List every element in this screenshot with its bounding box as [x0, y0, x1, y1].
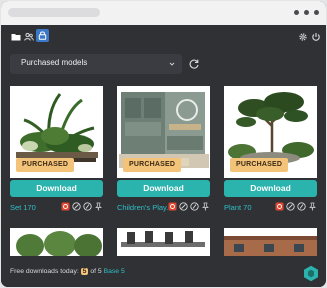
platform-icon: [61, 202, 70, 211]
filter-select-value: Purchased models: [21, 58, 88, 67]
title-bar: [1, 1, 326, 25]
download-button[interactable]: Download: [224, 180, 317, 197]
model-thumbnail[interactable]: [10, 228, 103, 256]
chevron-down-icon: [169, 62, 175, 66]
renderer-icon: [286, 202, 295, 211]
pin-icon[interactable]: [94, 202, 103, 211]
card-actions: [275, 202, 317, 211]
hedge-image: [10, 228, 103, 256]
plan-link[interactable]: Base 5: [104, 268, 125, 275]
download-button[interactable]: Download: [10, 180, 103, 197]
downloads-count: 5: [80, 268, 89, 275]
renderer-icon: [72, 202, 81, 211]
downloads-total: of 5: [90, 268, 102, 275]
model-name[interactable]: Plant 70: [224, 203, 252, 212]
corona-icon: [297, 202, 306, 211]
tab-purchased[interactable]: [36, 29, 49, 42]
model-thumbnail[interactable]: [224, 228, 317, 256]
refresh-icon[interactable]: [188, 58, 200, 70]
corona-icon: [83, 202, 92, 211]
dot-icon: [314, 10, 319, 15]
card-actions: [61, 202, 103, 211]
renderer-icon: [179, 202, 188, 211]
filter-select[interactable]: Purchased models: [10, 54, 182, 74]
model-thumbnail[interactable]: [117, 228, 210, 256]
toolbar: [1, 25, 326, 48]
download-button[interactable]: Download: [117, 180, 210, 197]
lock-icon: [38, 31, 47, 40]
downloads-counter: Free downloads today: 5 of 5 Base 5: [10, 268, 125, 275]
app-window: Purchased models PURCHASED Download Set …: [1, 1, 326, 287]
platform-icon: [275, 202, 284, 211]
corona-icon: [190, 202, 199, 211]
furniture-image: [117, 228, 210, 256]
pin-icon[interactable]: [201, 202, 210, 211]
power-icon[interactable]: [311, 32, 321, 42]
settings-icon[interactable]: [298, 32, 308, 42]
card-actions: [168, 202, 210, 211]
purchased-badge: PURCHASED: [123, 158, 182, 172]
model-name[interactable]: Children's Play...: [117, 203, 172, 212]
address-bar[interactable]: [8, 8, 100, 17]
pin-icon[interactable]: [308, 202, 317, 211]
building-image: [224, 228, 317, 256]
brand-logo-icon: [304, 265, 318, 282]
model-thumbnail[interactable]: PURCHASED: [10, 86, 103, 178]
purchased-badge: PURCHASED: [230, 158, 289, 172]
platform-icon: [168, 202, 177, 211]
model-thumbnail[interactable]: PURCHASED: [224, 86, 317, 178]
footer: Free downloads today: 5 of 5 Base 5: [1, 259, 326, 287]
purchased-badge: PURCHASED: [16, 158, 75, 172]
dot-icon: [304, 10, 309, 15]
downloads-label: Free downloads today:: [10, 268, 79, 275]
model-thumbnail[interactable]: PURCHASED: [117, 86, 210, 178]
model-name[interactable]: Set 170: [10, 203, 36, 212]
window-menu-icon[interactable]: [294, 10, 319, 15]
dot-icon: [294, 10, 299, 15]
folder-icon[interactable]: [11, 32, 21, 42]
users-icon[interactable]: [24, 32, 34, 42]
